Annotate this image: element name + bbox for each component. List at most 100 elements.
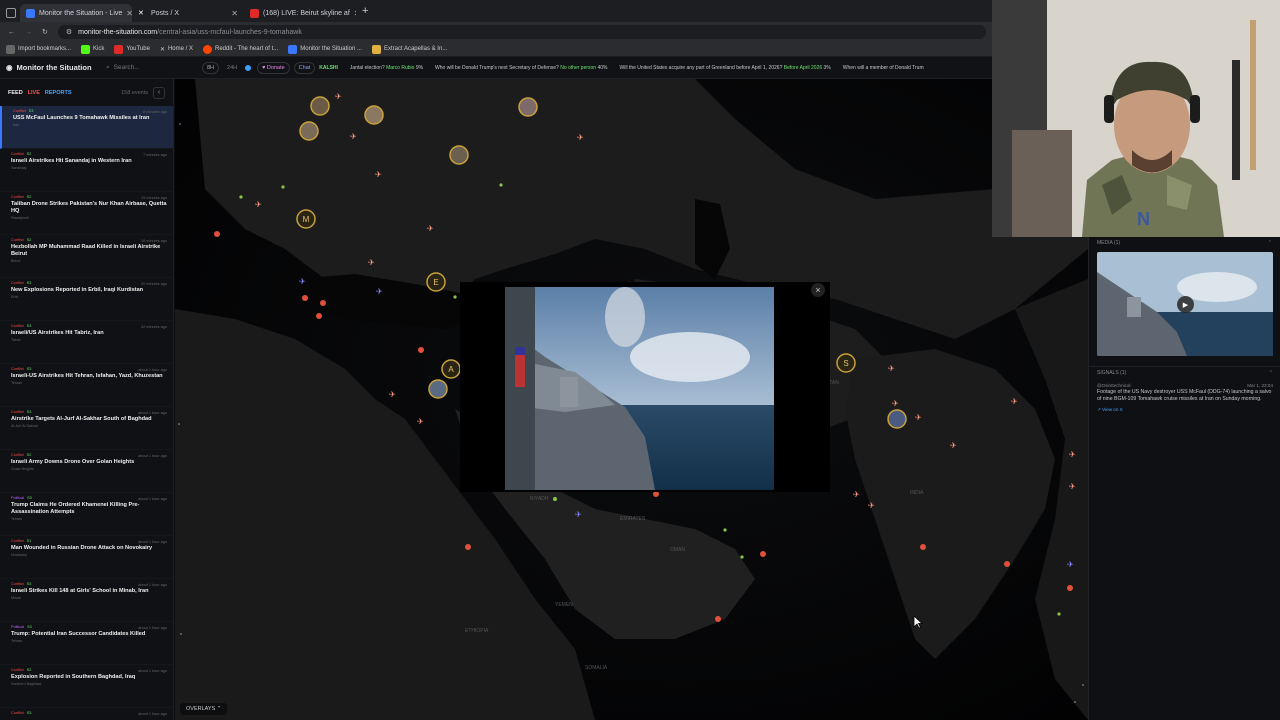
svg-text:✈: ✈ xyxy=(950,441,957,450)
feed-item[interactable]: Conflict S3 about 1 hour ago Airstrike Targ… xyxy=(0,407,173,450)
feed-item-location: Southern Baghdad xyxy=(11,682,41,686)
feed-item-location: Tehran xyxy=(11,517,22,521)
bookmark-label: YouTube xyxy=(126,46,150,52)
bookmark-import[interactable]: Import bookmarks... xyxy=(6,44,71,54)
browser-tab-youtube[interactable]: (168) LIVE: Beirut skyline af ✕ xyxy=(244,4,356,22)
feed-item[interactable]: Conflict S2 7 minutes ago Israeli Airstrike… xyxy=(0,149,173,192)
bookmark-extract[interactable]: Extract Acapellas & In... xyxy=(371,44,447,54)
map-label: INDIA xyxy=(910,490,924,496)
chat-button[interactable]: Chat xyxy=(293,61,316,74)
close-tab-icon[interactable]: ✕ xyxy=(231,9,238,18)
avatar-marker xyxy=(310,96,330,116)
feed-item[interactable]: Conflict S1 about 1 hour ago Man Wounded in… xyxy=(0,536,173,579)
bookmark-youtube[interactable]: YouTube xyxy=(114,44,150,54)
range-24h-button[interactable]: 24H xyxy=(223,63,241,73)
cluster-marker-s: S xyxy=(836,353,856,373)
browser-tab-bar: Monitor the Situation - Live ✕ ✕ Posts /… xyxy=(0,0,992,22)
severity-badge: S3 xyxy=(26,324,32,328)
feed-item[interactable]: Political S3 about 1 hour ago Trump Claims … xyxy=(0,493,173,536)
overlays-toggle[interactable]: OVERLAYS ⌃ xyxy=(180,703,228,715)
feed-item-time: 42 minutes ago xyxy=(141,325,167,329)
feed-item[interactable]: Conflict S3 about 1 hour ago xyxy=(0,708,173,720)
feed-item[interactable]: Conflict S3 about 1 hour ago Israeli Strike… xyxy=(0,579,173,622)
bookmark-label: Kick xyxy=(93,46,105,52)
category-badge: Conflict xyxy=(11,152,24,156)
category-badge: Conflict xyxy=(11,195,24,199)
tab-feed[interactable]: FEED xyxy=(8,90,23,96)
svg-text:✈: ✈ xyxy=(375,170,382,179)
category-badge: Political xyxy=(11,625,25,629)
browser-menu-icon[interactable] xyxy=(6,8,16,18)
monitor-favicon-icon xyxy=(26,8,35,18)
svg-text:A: A xyxy=(448,365,454,374)
browser-tab-x[interactable]: ✕ Posts / X ✕ xyxy=(132,4,244,22)
range-8h-button[interactable]: 8H xyxy=(202,61,220,74)
tab-title: Monitor the Situation - Live xyxy=(39,9,123,17)
bookmark-kick[interactable]: Kick xyxy=(81,44,105,54)
svg-text:✈: ✈ xyxy=(350,132,357,141)
feed-item[interactable]: Conflict S3 8 minutes ago USS McFaul Launch… xyxy=(0,106,173,149)
map-label: ETHIOPIA xyxy=(465,628,489,634)
url-field[interactable]: ⚙ monitor-the-situation.com/central-asia… xyxy=(57,25,986,39)
video-frame[interactable] xyxy=(505,287,774,490)
browser-tab-monitor[interactable]: Monitor the Situation - Live ✕ xyxy=(20,4,132,22)
feed-item-title: Israeli Strikes Kill 148 at Girls' Schoo… xyxy=(11,588,149,594)
svg-text:✈: ✈ xyxy=(853,490,860,499)
signals-section-header[interactable]: SIGNALS (1) ⌃ xyxy=(1089,367,1280,379)
webcam-feed: N xyxy=(992,0,1280,237)
collapse-sidebar-button[interactable]: ‹ xyxy=(153,86,165,99)
tab-live[interactable]: LIVE xyxy=(28,90,40,96)
back-arrow-icon[interactable]: ← xyxy=(8,29,15,36)
svg-text:✈: ✈ xyxy=(1069,450,1076,459)
bookmark-label: Home / X xyxy=(167,46,193,52)
feed-item-time: about 1 hour ago xyxy=(138,497,167,501)
prediction-ticker: KALSHI Jantal election? Marco Rubio 9% W… xyxy=(319,65,992,71)
category-badge: Conflict xyxy=(11,238,24,242)
bookmark-monitor[interactable]: Monitor the Situation ... xyxy=(288,44,362,54)
media-section-header[interactable]: MEDIA (1) ⌃ xyxy=(1089,237,1280,249)
signal-source[interactable]: @Osinttechnical xyxy=(1097,383,1131,388)
feed-item[interactable]: Political S3 about 1 hour ago Trump: Potent… xyxy=(0,622,173,665)
svg-text:E: E xyxy=(433,278,438,287)
map-label: OMAN xyxy=(670,547,685,553)
view-on-x-link[interactable]: ↗ View on X xyxy=(1089,403,1280,417)
close-popup-button[interactable]: × xyxy=(811,283,825,297)
feed-item[interactable]: Conflict S3 42 minutes ago Israeli/US Airst… xyxy=(0,321,173,364)
chat-label: Chat xyxy=(298,64,311,71)
close-tab-icon[interactable]: ✕ xyxy=(354,9,356,18)
bookmark-x[interactable]: ✕ Home / X xyxy=(160,46,193,53)
site-info-icon[interactable]: ⚙ xyxy=(66,28,72,36)
new-tab-button[interactable]: + xyxy=(362,5,368,17)
bookmark-reddit[interactable]: Reddit - The heart of t... xyxy=(202,44,278,54)
forward-arrow-icon[interactable]: → xyxy=(25,29,32,36)
media-thumbnail[interactable]: ▶ xyxy=(1097,252,1273,356)
url-path: /central-asia/uss-mcfaul-launches-9-toma… xyxy=(157,28,302,36)
tab-reports[interactable]: REPORTS xyxy=(45,90,72,96)
feed-item-title: Airstrike Targets Al-Jurf Al-Sakhar Sout… xyxy=(11,416,152,422)
ticker-item[interactable]: When will a member of Donald Trum xyxy=(843,65,924,71)
severity-badge: S2 xyxy=(26,668,32,672)
feed-item-title: Man Wounded in Russian Drone Attack on N… xyxy=(11,545,153,551)
monitor-icon xyxy=(288,44,298,54)
ticker-item[interactable]: Will the United States acquire any part … xyxy=(620,65,831,71)
play-icon[interactable]: ▶ xyxy=(1177,296,1194,313)
svg-text:✈: ✈ xyxy=(575,510,582,519)
feed-item-title: Israeli/US Airstrikes Hit Tabriz, Iran xyxy=(11,330,104,336)
feed-item[interactable]: Conflict S2 about 1 hour ago Israeli Army D… xyxy=(0,450,173,493)
feed-item[interactable]: Conflict S3 20 minutes ago New Explosions R… xyxy=(0,278,173,321)
brand[interactable]: ◉ Monitor the Situation xyxy=(0,63,106,72)
folder-icon xyxy=(371,44,381,54)
reload-icon[interactable]: ↻ xyxy=(42,28,48,36)
svg-text:✈: ✈ xyxy=(888,364,895,373)
avatar-marker xyxy=(449,145,469,165)
feed-item[interactable]: Conflict S2 about 1 hour ago Explosion Repo… xyxy=(0,665,173,708)
mouse-cursor-icon xyxy=(913,615,923,629)
donate-button[interactable]: ♥ Donate xyxy=(257,61,290,74)
ticker-item[interactable]: Jantal election? Marco Rubio 9% xyxy=(350,65,423,71)
feed-item[interactable]: Conflict S2 16 minutes ago Hezbollah MP Muh… xyxy=(0,235,173,278)
ticker-item[interactable]: Who will be Donald Trump's next Secretar… xyxy=(435,65,607,71)
feed-item[interactable]: Conflict S2 15 minutes ago Taliban Drone St… xyxy=(0,192,173,235)
feed-item[interactable]: Conflict S3 about 1 hour ago Israeli-US Air… xyxy=(0,364,173,407)
search-input[interactable]: ⌕ Search... xyxy=(106,64,202,72)
feed-item-time: about 1 hour ago xyxy=(138,626,167,630)
